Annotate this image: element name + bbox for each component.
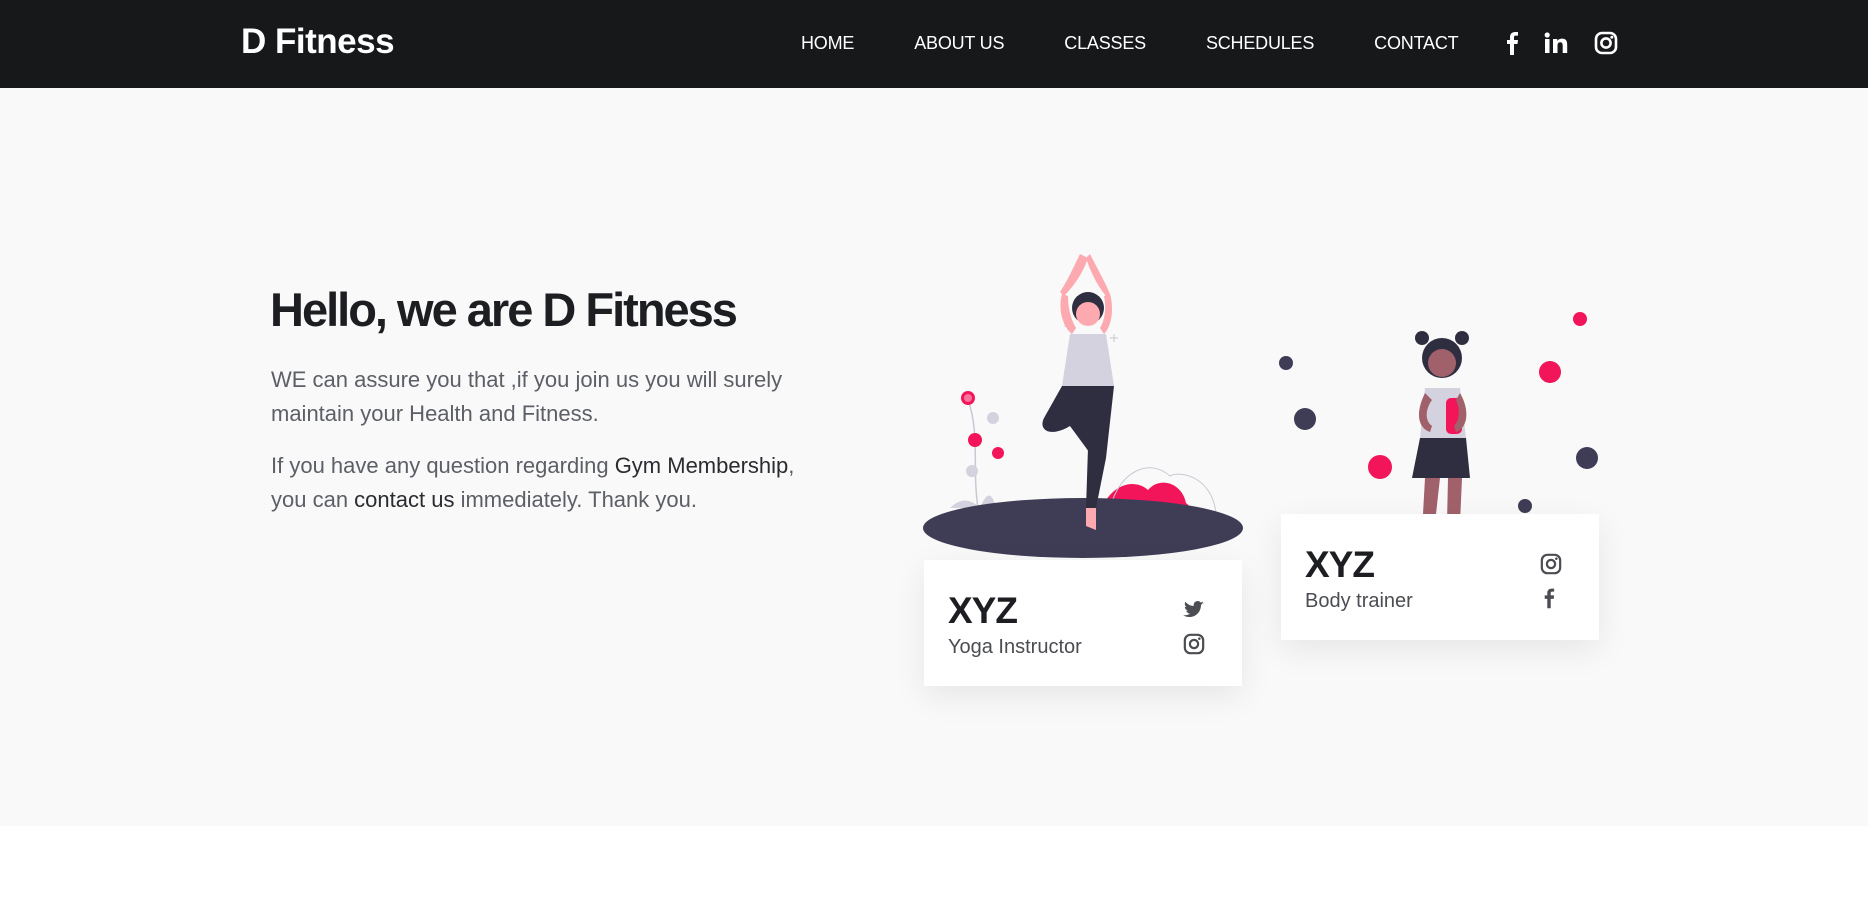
- trainer-card-body: XYZ Body trainer: [1281, 514, 1599, 640]
- nav-home[interactable]: HOME: [801, 33, 854, 54]
- nav-contact[interactable]: CONTACT: [1374, 33, 1458, 54]
- hero-paragraph-2: If you have any question regarding Gym M…: [271, 449, 861, 517]
- paragraph-text: ,: [788, 453, 795, 478]
- nav-links: HOME ABOUT US CLASSES SCHEDULES CONTACT: [801, 33, 1518, 54]
- contact-us-link[interactable]: contact us: [354, 487, 454, 512]
- facebook-icon[interactable]: [1499, 30, 1525, 56]
- linkedin-icon[interactable]: [1543, 30, 1569, 56]
- paragraph-text: you can: [271, 487, 355, 512]
- trainer-name: XYZ: [1305, 544, 1375, 585]
- instagram-icon[interactable]: [1539, 552, 1563, 576]
- nav-schedules[interactable]: SCHEDULES: [1206, 33, 1314, 54]
- brand-logo[interactable]: D Fitness: [241, 22, 395, 62]
- trainer-role: Body trainer: [1305, 590, 1413, 612]
- facebook-icon[interactable]: [1537, 586, 1561, 610]
- instagram-icon[interactable]: [1593, 30, 1619, 56]
- trainer-card-yoga: XYZ Yoga Instructor: [924, 560, 1242, 686]
- paragraph-text: If you have any question regarding: [271, 453, 615, 478]
- trainer-role: Yoga Instructor: [948, 636, 1082, 658]
- gym-membership-link[interactable]: Gym Membership: [615, 453, 789, 478]
- hero-title: Hello, we are D Fitness: [270, 283, 738, 336]
- paragraph-text: immediately. Thank you.: [454, 487, 697, 512]
- trainer-name: XYZ: [948, 590, 1018, 631]
- instagram-icon[interactable]: [1182, 632, 1206, 656]
- nav-about[interactable]: ABOUT US: [914, 33, 1004, 54]
- twitter-icon[interactable]: [1182, 598, 1206, 622]
- navbar: D Fitness HOME ABOUT US CLASSES SCHEDULE…: [0, 0, 1868, 88]
- hero-section: Hello, we are D Fitness WE can assure yo…: [0, 88, 1868, 826]
- hero-paragraph-1: WE can assure you that ,if you join us y…: [271, 367, 783, 426]
- nav-classes[interactable]: CLASSES: [1064, 33, 1146, 54]
